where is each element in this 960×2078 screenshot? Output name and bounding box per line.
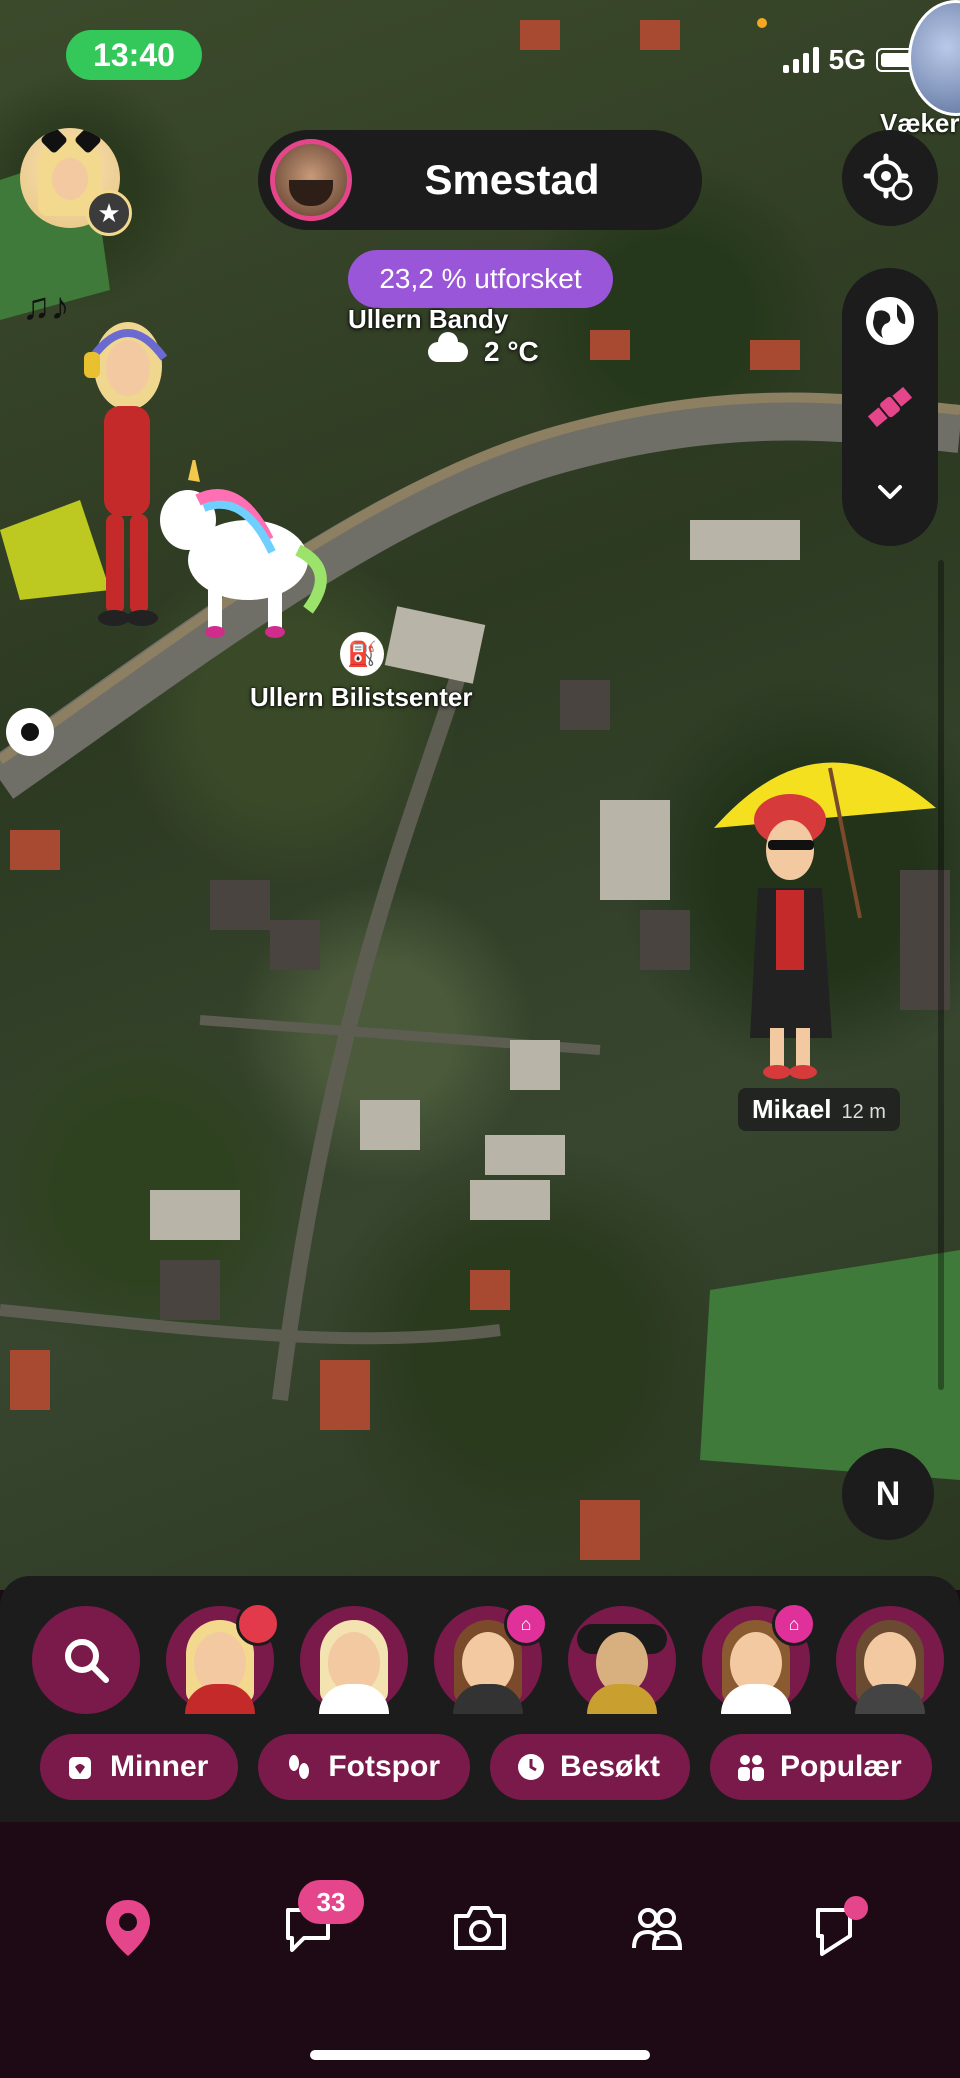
- globe-icon[interactable]: [860, 291, 920, 351]
- friends-tray: ⌂ ⌂ Minner Fotspor Besøkt Populær: [0, 1576, 960, 1822]
- weather-widget: 2 °C: [428, 332, 539, 368]
- chip-footprints[interactable]: Fotspor: [258, 1734, 470, 1800]
- place-label-ullern-bilistsenter[interactable]: Ullern Bilistsenter: [250, 682, 473, 713]
- map-pin-icon: [106, 1900, 150, 1956]
- music-notes-icon: ♫♪: [22, 286, 70, 328]
- friend-distance: 12 m: [841, 1101, 886, 1123]
- cloud-icon: [428, 332, 468, 362]
- map-settings-button[interactable]: [842, 130, 938, 226]
- location-title: Smestad: [424, 156, 600, 203]
- friend-name: Mikael: [752, 1094, 832, 1124]
- privacy-indicator-dot: [757, 18, 767, 28]
- map-view[interactable]: 13:40 5G Væker ★ Smestad 23,2 % utforske…: [0, 0, 960, 1590]
- explored-badge[interactable]: 23,2 % utforsket: [348, 250, 613, 308]
- memories-icon: [64, 1750, 98, 1784]
- fuel-station-icon[interactable]: ⛽: [340, 632, 384, 676]
- friends-avatar-row: ⌂ ⌂: [32, 1602, 944, 1714]
- place-label-ullern-bandy[interactable]: Ullern Bandy: [348, 304, 508, 335]
- network-type: 5G: [828, 44, 866, 75]
- chip-popular[interactable]: Populær: [710, 1734, 932, 1800]
- location-header[interactable]: Smestad: [258, 130, 702, 230]
- compass-button[interactable]: N: [842, 1448, 934, 1540]
- home-icon: ⌂: [504, 1602, 548, 1646]
- map-filter-chips: Minner Fotspor Besøkt Populær: [40, 1734, 932, 1800]
- compass-north-label: N: [875, 1474, 901, 1513]
- status-indicators: 5G: [782, 44, 920, 76]
- friends-icon: [632, 1908, 683, 1950]
- chat-unread-badge: 33: [298, 1880, 364, 1924]
- friend-story-avatar[interactable]: [270, 139, 352, 221]
- friend-avatar-4[interactable]: [568, 1606, 676, 1714]
- search-icon: [65, 1639, 109, 1683]
- map-scrollbar[interactable]: [938, 560, 944, 1390]
- chip-visited[interactable]: Besøkt: [490, 1734, 691, 1800]
- signal-icon: [782, 47, 819, 73]
- star-icon: ★: [86, 190, 132, 236]
- friend-avatar-2[interactable]: [300, 1606, 408, 1714]
- friend-avatar-3[interactable]: ⌂: [434, 1602, 548, 1714]
- notification-badge: [236, 1602, 280, 1646]
- gear-icon: [863, 153, 913, 201]
- home-icon: ⌂: [772, 1602, 816, 1646]
- friend-bitmoji-mikael[interactable]: [710, 728, 940, 1088]
- home-indicator[interactable]: [310, 2050, 650, 2060]
- nav-stories[interactable]: [800, 1888, 880, 1968]
- stories-icon: [816, 1896, 868, 1956]
- friend-avatar-1[interactable]: [166, 1602, 280, 1714]
- my-location-icon[interactable]: [6, 708, 54, 756]
- search-button[interactable]: [32, 1606, 140, 1714]
- map-layers-panel: [842, 268, 938, 546]
- status-time: 13:40: [66, 30, 202, 80]
- friend-avatar-6[interactable]: [836, 1606, 944, 1714]
- temperature: 2 °C: [484, 336, 539, 367]
- nav-map[interactable]: [88, 1888, 168, 1968]
- clock-icon: [514, 1750, 548, 1784]
- satellite-icon[interactable]: [860, 377, 920, 437]
- unicorn-sticker: [148, 454, 328, 640]
- nav-camera[interactable]: [440, 1888, 520, 1968]
- chip-memories[interactable]: Minner: [40, 1734, 239, 1800]
- chevron-down-icon[interactable]: [860, 463, 920, 523]
- camera-icon: [454, 1906, 506, 1950]
- friend-avatar-5[interactable]: ⌂: [702, 1602, 816, 1714]
- footprints-icon: [282, 1750, 316, 1784]
- bottom-navigation: [0, 1822, 960, 2078]
- people-icon: [734, 1750, 768, 1784]
- friend-map-label[interactable]: Mikael 12 m: [738, 1088, 900, 1131]
- nav-friends[interactable]: [616, 1888, 696, 1968]
